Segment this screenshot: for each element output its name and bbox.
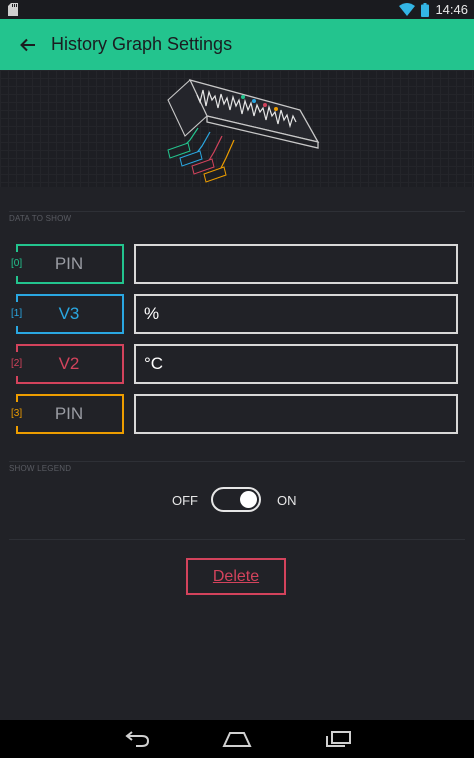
device-graph-illustration	[167, 79, 320, 183]
sd-card-icon	[8, 3, 18, 16]
nav-recents-button[interactable]	[321, 728, 355, 750]
home-icon	[222, 732, 252, 747]
suffix-input[interactable]	[134, 244, 458, 284]
battery-icon	[421, 2, 430, 17]
suffix-input[interactable]: %	[134, 294, 458, 334]
app-bar: History Graph Settings	[0, 19, 474, 70]
divider	[9, 461, 465, 462]
recents-icon	[326, 731, 351, 747]
hero-illustration	[0, 70, 474, 187]
section-label-show-legend: SHOW LEGEND	[9, 464, 72, 473]
clock: 14:46	[435, 2, 468, 17]
arrow-left-icon	[20, 38, 35, 52]
pin-selector[interactable]: PIN	[16, 244, 124, 284]
delete-button[interactable]: Delete	[186, 558, 286, 595]
back-icon	[125, 731, 150, 747]
pin-selector[interactable]: V3	[16, 294, 124, 334]
nav-back-button[interactable]	[119, 728, 153, 750]
suffix-input[interactable]	[134, 394, 458, 434]
legend-off-label: OFF	[172, 493, 198, 508]
status-bar: 14:46	[0, 0, 474, 19]
datastream-row-2: [2] V2 °C	[0, 344, 474, 384]
pin-selector[interactable]: V2	[16, 344, 124, 384]
pin-selector[interactable]: PIN	[16, 394, 124, 434]
nav-home-button[interactable]	[220, 728, 254, 750]
datastream-row-1: [1] V3 %	[0, 294, 474, 334]
page-title: History Graph Settings	[51, 34, 233, 54]
section-label-data-to-show: DATA TO SHOW	[9, 214, 72, 223]
divider	[9, 539, 465, 540]
datastream-row-3: [3] PIN	[0, 394, 474, 434]
suffix-input[interactable]: °C	[134, 344, 458, 384]
back-button[interactable]	[14, 31, 42, 59]
datastream-row-0: [0] PIN	[0, 244, 474, 284]
navigation-bar	[0, 720, 474, 758]
toggle-knob	[240, 491, 257, 508]
legend-toggle[interactable]	[211, 487, 261, 512]
wifi-icon	[399, 3, 416, 16]
divider	[9, 211, 465, 212]
legend-on-label: ON	[277, 493, 297, 508]
